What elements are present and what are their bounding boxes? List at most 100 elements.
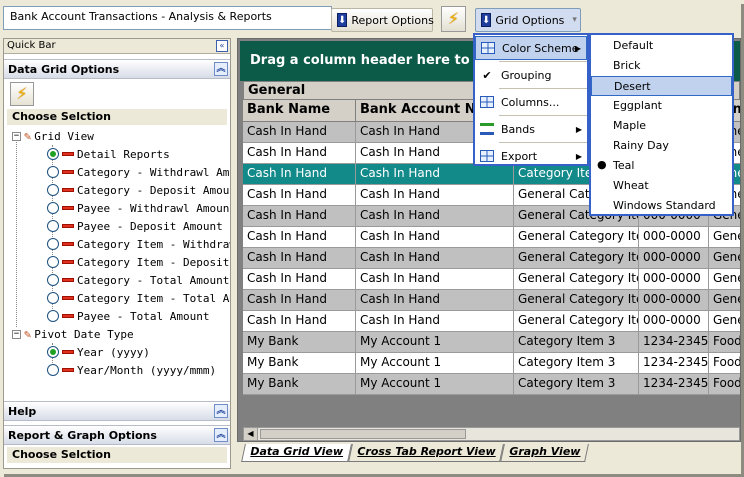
radio-button[interactable] [47, 202, 59, 214]
grid-cell[interactable]: Food [709, 332, 740, 353]
grid-cell[interactable]: General [709, 269, 740, 290]
data-grid-options-header[interactable]: Data Grid Options ︽ [4, 59, 230, 79]
grid-cell[interactable]: General Category Item [514, 290, 639, 311]
grid-cell[interactable]: Cash In Hand [243, 248, 356, 269]
grid-cell[interactable]: Cash In Hand [356, 185, 514, 206]
report-graph-options-header[interactable]: Report & Graph Options ︽ [4, 425, 230, 445]
radio-button[interactable] [47, 364, 59, 376]
grid-cell[interactable]: 1234-2345 [639, 353, 709, 374]
grid-cell[interactable]: Cash In Hand [243, 185, 356, 206]
grid-cell[interactable]: Cash In Hand [356, 248, 514, 269]
horizontal-scrollbar[interactable]: ◀ [243, 427, 740, 441]
color-scheme-desert[interactable]: Desert [591, 76, 732, 96]
tree-radio-item[interactable]: Category Item - Total Am [47, 289, 230, 307]
grid-cell[interactable]: 000-0000 [639, 290, 709, 311]
collapse-section-icon[interactable]: ︽ [214, 62, 228, 76]
color-scheme-wheat[interactable]: Wheat [591, 176, 732, 196]
color-scheme-teal[interactable]: ● Teal [591, 156, 732, 176]
color-scheme-eggplant[interactable]: Eggplant [591, 96, 732, 116]
grid-cell[interactable]: My Bank [243, 353, 356, 374]
grid-cell[interactable]: General [709, 311, 740, 332]
grid-cell[interactable]: Cash In Hand [243, 206, 356, 227]
grid-cell[interactable]: General [709, 248, 740, 269]
grid-cell[interactable]: 000-0000 [639, 269, 709, 290]
menu-item-columns[interactable]: Columns... [475, 90, 587, 114]
grid-cell[interactable]: 000-0000 [639, 227, 709, 248]
grid-cell[interactable]: 000-0000 [639, 248, 709, 269]
collapse-tree-icon[interactable]: − [12, 329, 21, 339]
column-header[interactable]: Bank Name [243, 100, 356, 122]
tree-radio-item[interactable]: Category - Deposit Amou [47, 181, 229, 199]
color-scheme-maple[interactable]: Maple [591, 116, 732, 136]
grid-cell[interactable]: Cash In Hand [356, 269, 514, 290]
grid-cell[interactable]: Cash In Hand [356, 290, 514, 311]
collapse-section-icon[interactable]: ︽ [214, 428, 228, 442]
grid-cell[interactable]: Category Item 3 [514, 374, 639, 395]
color-scheme-windows-standard[interactable]: Windows Standard [591, 196, 732, 216]
tree-radio-item[interactable]: Payee - Withdrawl Amoun [47, 199, 229, 217]
grid-cell[interactable]: General Category Item [514, 227, 639, 248]
tree-group[interactable]: − ✎ Pivot Date Type [12, 325, 134, 343]
grid-cell[interactable]: Cash In Hand [356, 311, 514, 332]
tree-radio-item[interactable]: Year (yyyy) [47, 343, 150, 361]
collapse-quickbar-icon[interactable]: « [216, 40, 228, 52]
grid-cell[interactable]: Category Item 3 [514, 353, 639, 374]
grid-cell[interactable]: General [709, 290, 740, 311]
grid-cell[interactable]: Cash In Hand [356, 206, 514, 227]
tab-data-grid-view[interactable]: Data Grid View [241, 444, 352, 462]
grid-cell[interactable]: 1234-2345 [639, 332, 709, 353]
radio-button[interactable] [47, 184, 59, 196]
grid-cell[interactable]: Food [709, 374, 740, 395]
grid-cell[interactable]: Category Item 3 [514, 332, 639, 353]
tree-radio-item[interactable]: Category - Total Amount [47, 271, 229, 289]
grid-cell[interactable]: General Category Item [514, 311, 639, 332]
grid-cell[interactable]: My Account 1 [356, 353, 514, 374]
grid-options-button[interactable]: ⬇ Grid Options ▾ [475, 8, 581, 32]
tree-group[interactable]: − ✎ Grid View [12, 127, 94, 145]
tree-radio-item[interactable]: Payee - Deposit Amount [47, 217, 223, 235]
grid-cell[interactable]: Cash In Hand [243, 311, 356, 332]
scroll-left-icon[interactable]: ◀ [244, 428, 258, 440]
collapse-tree-icon[interactable]: − [12, 131, 21, 141]
help-header[interactable]: Help ︽ [4, 401, 230, 421]
menu-item-bands[interactable]: Bands ▶ [475, 117, 587, 141]
grid-cell[interactable]: My Account 1 [356, 332, 514, 353]
grid-cell[interactable]: My Bank [243, 332, 356, 353]
grid-cell[interactable]: My Bank [243, 374, 356, 395]
color-scheme-brick[interactable]: Brick [591, 56, 732, 76]
grid-cell[interactable]: 000-0000 [639, 311, 709, 332]
grid-cell[interactable]: Cash In Hand [243, 164, 356, 185]
color-scheme-default[interactable]: Default [591, 36, 732, 56]
grid-cell[interactable]: Cash In Hand [243, 122, 356, 143]
apply-selection-button[interactable]: ⚡ [10, 82, 34, 106]
scroll-thumb[interactable] [260, 429, 466, 439]
grid-cell[interactable]: General [709, 227, 740, 248]
grid-cell[interactable]: Food [709, 353, 740, 374]
radio-button[interactable] [47, 148, 59, 160]
radio-button[interactable] [47, 256, 59, 268]
radio-button[interactable] [47, 238, 59, 250]
quick-run-button[interactable]: ⚡ [441, 6, 466, 32]
tree-radio-item[interactable]: Detail Reports [47, 145, 170, 163]
grid-cell[interactable]: General Category Item [514, 269, 639, 290]
grid-cell[interactable]: Cash In Hand [243, 290, 356, 311]
color-scheme-rainy-day[interactable]: Rainy Day [591, 136, 732, 156]
tree-radio-item[interactable]: Payee - Total Amount [47, 307, 209, 325]
grid-cell[interactable]: My Account 1 [356, 374, 514, 395]
radio-button[interactable] [47, 310, 59, 322]
tree-radio-item[interactable]: Category Item - Deposit [47, 253, 229, 271]
report-options-button[interactable]: ⬇ Report Options ▾ [331, 8, 446, 32]
grid-cell[interactable]: Cash In Hand [356, 227, 514, 248]
tree-radio-item[interactable]: Year/Month (yyyy/mmm) [47, 361, 216, 379]
grid-cell[interactable]: Cash In Hand [243, 227, 356, 248]
grid-cell[interactable]: General Category Item [514, 248, 639, 269]
radio-button[interactable] [47, 274, 59, 286]
menu-item-colorscheme[interactable]: Color Scheme ▶ [475, 36, 587, 60]
radio-button[interactable] [47, 346, 59, 358]
menu-item-export[interactable]: Export ▶ [475, 144, 587, 168]
expand-section-icon[interactable]: ︽ [214, 404, 228, 418]
tree-radio-item[interactable]: Category Item - Withdraw [47, 235, 230, 253]
grid-cell[interactable]: Cash In Hand [243, 143, 356, 164]
grid-cell[interactable]: 1234-2345 [639, 374, 709, 395]
grid-cell[interactable]: Cash In Hand [243, 269, 356, 290]
